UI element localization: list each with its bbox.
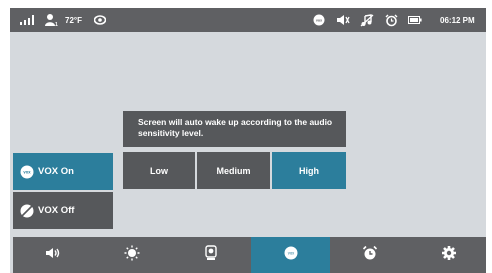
speaker-volume-icon (45, 246, 61, 265)
eye-icon (94, 8, 106, 32)
volume-button[interactable] (13, 237, 92, 273)
baby-unit-icon: 1 (44, 8, 58, 32)
settings-button[interactable] (410, 237, 486, 273)
sensitivity-medium-button[interactable]: Medium (197, 152, 270, 189)
signal-strength-icon (20, 8, 34, 32)
brightness-icon (124, 245, 140, 266)
svg-text:vox: vox (23, 169, 31, 174)
vox-icon: vox (284, 246, 298, 265)
sensitivity-selector: Low Medium High (123, 152, 346, 189)
settings-gear-icon (441, 245, 457, 266)
speaker-muted-icon (336, 8, 350, 32)
temperature-readout: 72°F (65, 15, 82, 25)
brightness-button[interactable] (92, 237, 171, 273)
clock-time: 06:12 PM (440, 15, 475, 25)
lullaby-off-icon (360, 8, 374, 32)
vox-on-button[interactable]: vox VOX On (13, 153, 113, 190)
svg-text:vox: vox (287, 250, 294, 255)
bottom-toolbar: vox (13, 237, 486, 273)
vox-on-label: VOX On (38, 166, 74, 177)
alarm-button[interactable] (330, 237, 409, 273)
vox-settings-button[interactable]: vox (250, 237, 331, 273)
monitor-screen: 1 72°F vox 06:12 PM Screen will auto wak… (10, 8, 486, 273)
vox-info-message: Screen will auto wake up according to th… (123, 111, 346, 147)
camera-icon (205, 244, 218, 266)
vox-off-button[interactable]: VOX Off (13, 192, 113, 229)
vox-icon: vox (20, 165, 34, 179)
battery-icon (408, 8, 422, 32)
sensitivity-high-button[interactable]: High (272, 152, 346, 189)
camera-button[interactable] (172, 237, 251, 273)
alarm-clock-icon (362, 245, 378, 266)
vox-off-label: VOX Off (38, 205, 75, 216)
svg-text:vox: vox (316, 19, 322, 23)
vox-off-icon (20, 204, 34, 218)
vox-status-icon: vox (313, 8, 325, 32)
alarm-status-icon (385, 8, 398, 32)
svg-text:1: 1 (55, 22, 58, 27)
sensitivity-low-button[interactable]: Low (123, 152, 195, 189)
status-bar: 1 72°F vox 06:12 PM (10, 8, 486, 32)
